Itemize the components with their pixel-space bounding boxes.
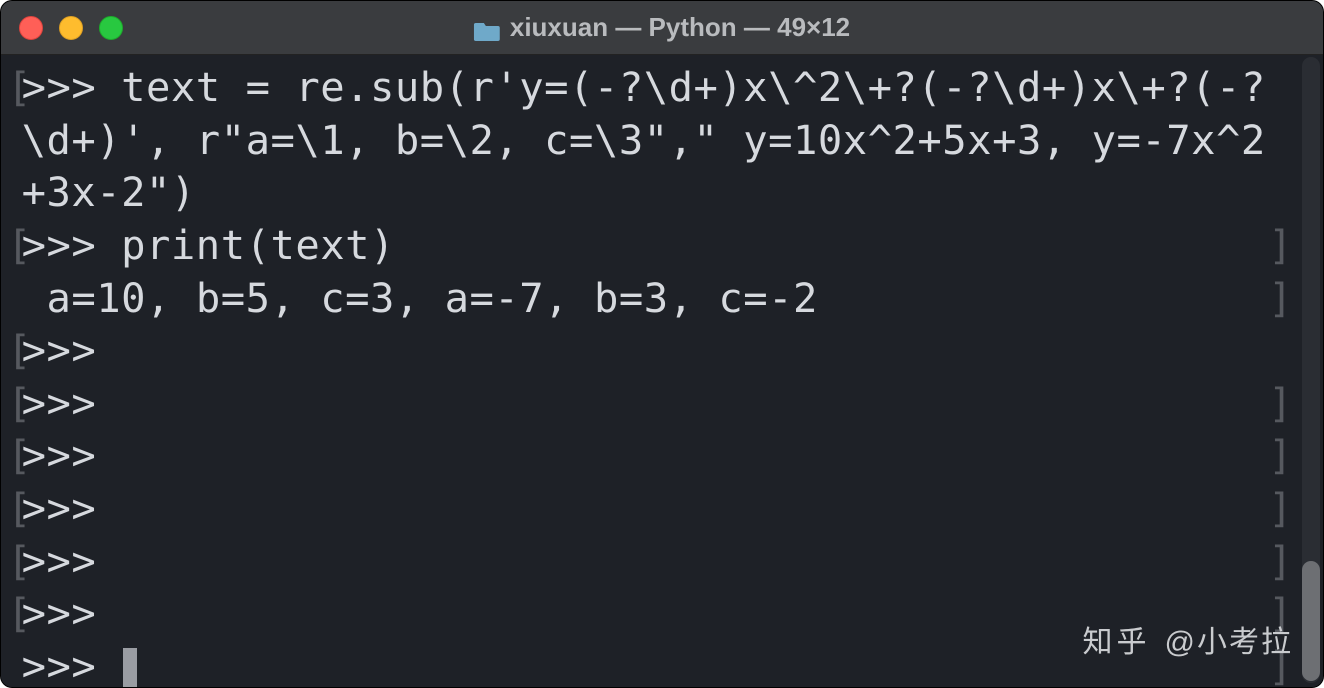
terminal-window: xiuxuan — Python — 49×12 >>> text = re.s… xyxy=(0,0,1324,688)
terminal-line: >>> xyxy=(7,535,1317,588)
terminal-body[interactable]: >>> text = re.sub(r'y=(-?\d+)x\^2\+?(-?\… xyxy=(1,55,1323,687)
close-button[interactable] xyxy=(19,16,43,40)
terminal-text: >>> print(text) xyxy=(7,219,1317,272)
terminal-line: >>> xyxy=(7,482,1317,535)
traffic-lights xyxy=(19,16,123,40)
scrollbar-thumb[interactable] xyxy=(1302,561,1320,681)
terminal-text: >>> xyxy=(7,482,1317,535)
terminal-line: >>> xyxy=(7,377,1317,430)
folder-icon xyxy=(474,17,500,39)
terminal-text: >>> xyxy=(7,535,1317,588)
terminal-text: >>> xyxy=(7,324,1317,377)
window-title: xiuxuan — Python — 49×12 xyxy=(510,12,850,43)
terminal-text: a=10, b=5, c=3, a=-7, b=3, c=-2 xyxy=(7,272,1317,325)
terminal-text: >>> xyxy=(7,377,1317,430)
minimize-button[interactable] xyxy=(59,16,83,40)
watermark-brand: 知乎 xyxy=(1083,617,1151,661)
cursor xyxy=(123,648,137,688)
terminal-line: >>> xyxy=(7,429,1317,482)
titlebar: xiuxuan — Python — 49×12 xyxy=(1,1,1323,55)
window-title-group: xiuxuan — Python — 49×12 xyxy=(474,12,850,43)
terminal-line: >>> xyxy=(7,324,1317,377)
terminal-prompt: >>> xyxy=(22,642,122,688)
terminal-text: >>> text = re.sub(r'y=(-?\d+)x\^2\+?(-?\… xyxy=(7,61,1317,219)
terminal-line: >>> text = re.sub(r'y=(-?\d+)x\^2\+?(-?\… xyxy=(7,61,1317,219)
terminal-line: >>> print(text) xyxy=(7,219,1317,272)
watermark-handle: @小考拉 xyxy=(1165,617,1293,661)
terminal-output-line: a=10, b=5, c=3, a=-7, b=3, c=-2 xyxy=(7,272,1317,325)
watermark: 知乎 @小考拉 xyxy=(1083,617,1293,661)
terminal-text: >>> xyxy=(7,429,1317,482)
maximize-button[interactable] xyxy=(99,16,123,40)
